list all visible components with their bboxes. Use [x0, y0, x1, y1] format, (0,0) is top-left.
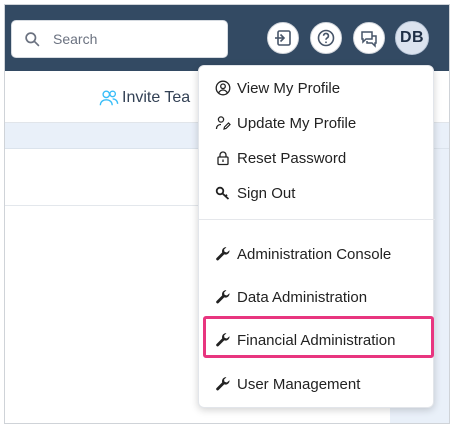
key-icon: [215, 186, 230, 200]
switch-app-button[interactable]: [267, 22, 299, 54]
wrench-icon: [216, 333, 230, 347]
lock-icon: [217, 151, 229, 166]
menu-item-update-my-profile[interactable]: Update My Profile: [199, 109, 435, 137]
menu-item-label: Administration Console: [237, 245, 392, 263]
menu-item-data-administration[interactable]: Data Administration: [199, 283, 435, 311]
menu-item-sign-out[interactable]: Sign Out: [199, 179, 435, 207]
wrench-icon: [216, 290, 230, 304]
user-edit-icon: [215, 116, 231, 130]
wrench-icon: [216, 247, 230, 261]
menu-item-view-my-profile[interactable]: View My Profile: [199, 74, 435, 102]
top-navigation-bar: Search DB: [5, 5, 449, 71]
user-avatar-button[interactable]: DB: [395, 21, 429, 55]
search-placeholder: Search: [53, 31, 98, 47]
menu-item-label: Update My Profile: [237, 114, 357, 132]
menu-item-label: User Management: [237, 375, 361, 393]
app-frame: Search DB Invite Tea View My Profile Upd…: [4, 4, 450, 424]
users-icon: [99, 90, 119, 106]
menu-divider: [199, 219, 435, 220]
menu-item-label: Reset Password: [237, 149, 347, 167]
help-icon: [317, 29, 335, 47]
user-dropdown-menu: View My Profile Update My Profile Reset …: [198, 65, 435, 408]
menu-item-label: View My Profile: [237, 79, 341, 97]
row-divider: [5, 205, 225, 206]
menu-item-financial-administration[interactable]: Financial Administration: [199, 326, 435, 354]
sign-in-icon: [275, 30, 291, 46]
menu-item-administration-console[interactable]: Administration Console: [199, 240, 435, 268]
help-button[interactable]: [310, 22, 342, 54]
chat-icon: [361, 31, 377, 48]
search-input[interactable]: Search: [11, 20, 228, 58]
messages-button[interactable]: [353, 22, 385, 54]
search-icon: [25, 31, 40, 46]
menu-item-label: Sign Out: [237, 184, 296, 202]
wrench-icon: [216, 377, 230, 391]
menu-item-label: Financial Administration: [237, 331, 396, 349]
menu-item-reset-password[interactable]: Reset Password: [199, 144, 435, 172]
menu-item-user-management[interactable]: User Management: [199, 370, 435, 398]
user-circle-icon: [215, 80, 231, 96]
invite-team-button[interactable]: Invite Tea: [99, 89, 190, 107]
invite-team-label: Invite Tea: [122, 89, 191, 106]
menu-item-label: Data Administration: [237, 288, 368, 306]
